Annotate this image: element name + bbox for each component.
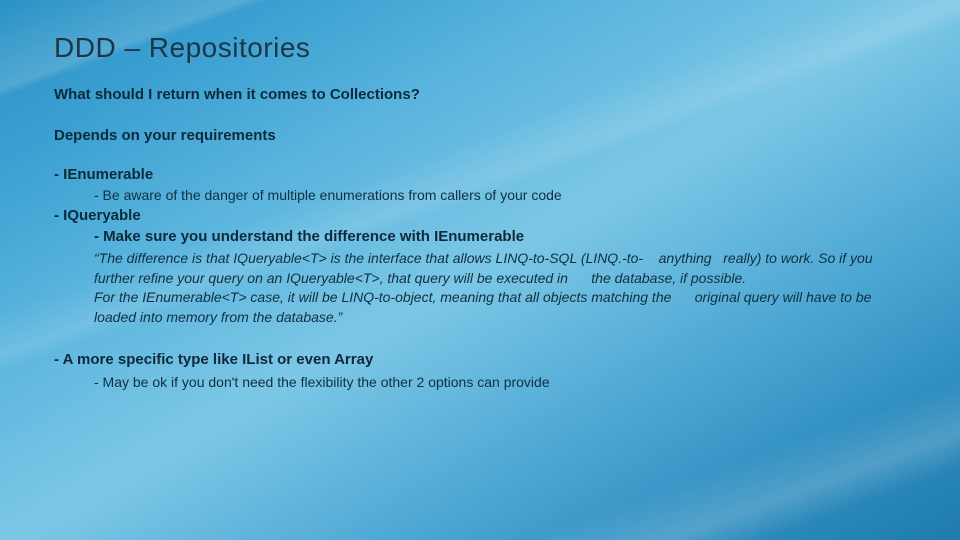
slide-title: DDD – Repositories [54, 32, 906, 64]
depends-line: Depends on your requirements [54, 127, 906, 144]
slide: DDD – Repositories What should I return … [0, 0, 960, 540]
question-line: What should I return when it comes to Co… [54, 86, 906, 103]
iqueryable-quote: “The difference is that IQueryable<T> is… [94, 249, 906, 327]
slide-content: DDD – Repositories What should I return … [0, 0, 960, 410]
bullet-iqueryable: - IQueryable [54, 207, 906, 224]
bullet-ilist-note: - May be ok if you don't need the flexib… [94, 374, 906, 390]
bullet-ienumerable: - IEnumerable [54, 166, 906, 183]
bullet-iqueryable-note: - Make sure you understand the differenc… [94, 228, 906, 245]
bullet-ienumerable-note: - Be aware of the danger of multiple enu… [94, 187, 906, 203]
bullet-ilist: - A more specific type like IList or eve… [54, 351, 906, 368]
